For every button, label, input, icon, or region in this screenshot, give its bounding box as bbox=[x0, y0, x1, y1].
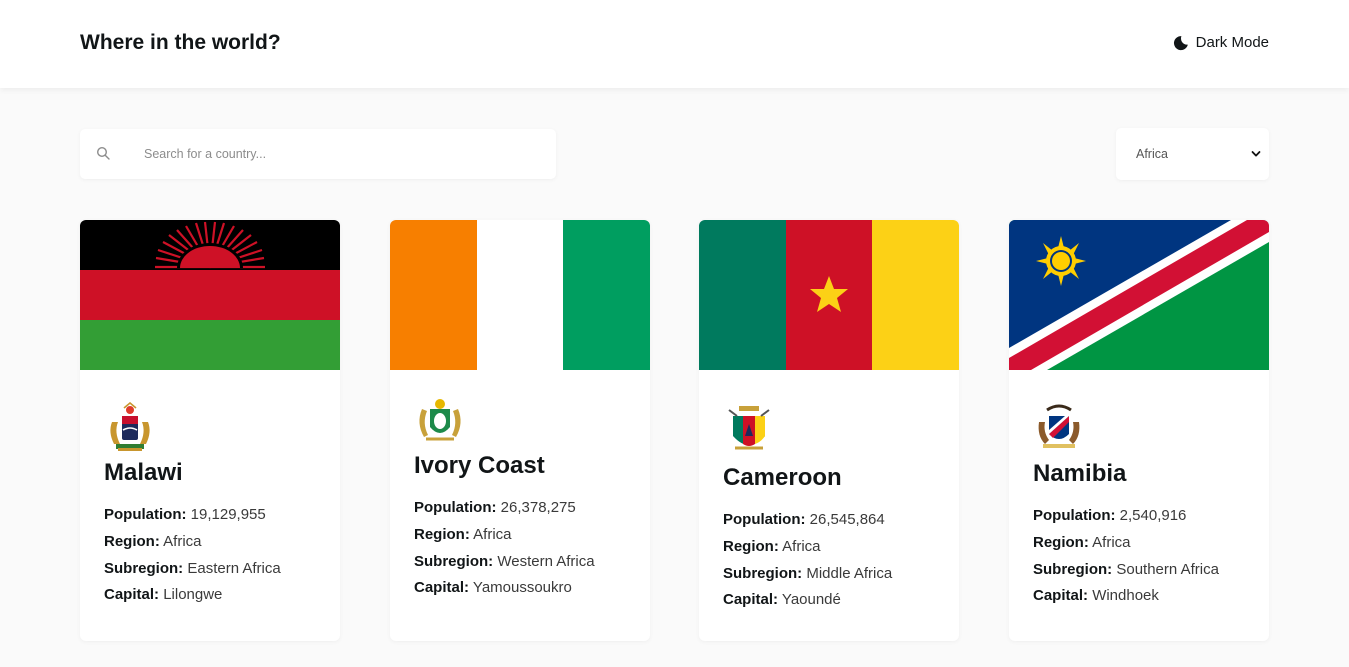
population-label: Population: bbox=[104, 506, 187, 523]
top-header: Where in the world? Dark Mode bbox=[0, 0, 1349, 88]
subregion-label: Subregion: bbox=[1033, 560, 1113, 578]
country-name: Namibia bbox=[1033, 460, 1127, 487]
country-card-cameroon[interactable]: Cameroon Population: 26,545,864 Region: … bbox=[699, 220, 959, 641]
namibia-flag bbox=[1009, 220, 1269, 370]
country-name: Malawi bbox=[104, 459, 183, 486]
subregion-label: Subregion: bbox=[104, 559, 184, 577]
capital-label: Capital: bbox=[414, 579, 470, 597]
population-label: Population: bbox=[1033, 507, 1116, 524]
capital-label: Capital: bbox=[723, 591, 779, 609]
country-details: Population: 19,129,955 Region: Africa Su… bbox=[104, 502, 281, 609]
population-label: Population: bbox=[414, 499, 497, 516]
subregion-value: Eastern Africa bbox=[187, 559, 281, 577]
capital-value: Yamoussoukro bbox=[472, 579, 572, 597]
subregion-label: Subregion: bbox=[723, 564, 803, 582]
capital-value: Yaoundé bbox=[781, 591, 841, 609]
dark-mode-label: Dark Mode bbox=[1195, 34, 1269, 51]
region-label: Region: bbox=[723, 537, 779, 555]
country-name: Ivory Coast bbox=[414, 452, 545, 479]
population-label: Population: bbox=[723, 511, 806, 528]
cameroon-flag bbox=[699, 220, 959, 370]
region-label: Region: bbox=[104, 532, 160, 550]
subregion-value: Western Africa bbox=[497, 552, 595, 570]
app-title: Where in the world? bbox=[80, 31, 281, 54]
search-box[interactable] bbox=[80, 129, 556, 179]
region-label: Region: bbox=[1033, 533, 1089, 551]
country-details: Population: 2,540,916 Region: Africa Sub… bbox=[1033, 503, 1219, 610]
ivory-coast-flag bbox=[390, 220, 650, 370]
population-value: 26,378,275 bbox=[500, 499, 576, 516]
country-name: Cameroon bbox=[723, 464, 842, 491]
cameroon-coat-of-arms bbox=[728, 406, 770, 450]
country-card-namibia[interactable]: Namibia Population: 2,540,916 Region: Af… bbox=[1009, 220, 1269, 641]
subregion-label: Subregion: bbox=[414, 552, 494, 570]
capital-label: Capital: bbox=[104, 586, 160, 604]
region-value: Africa bbox=[473, 525, 512, 543]
malawi-coat-of-arms bbox=[110, 402, 150, 451]
subregion-value: Middle Africa bbox=[806, 564, 893, 582]
moon-icon bbox=[1173, 35, 1188, 50]
region-value: Africa bbox=[1092, 533, 1131, 551]
capital-value: Lilongwe bbox=[163, 586, 223, 604]
search-input[interactable] bbox=[144, 129, 544, 179]
region-value: Africa bbox=[163, 532, 202, 550]
dark-mode-toggle[interactable]: Dark Mode bbox=[1173, 34, 1269, 51]
population-value: 26,545,864 bbox=[809, 511, 885, 528]
country-details: Population: 26,545,864 Region: Africa Su… bbox=[723, 507, 892, 614]
population-value: 19,129,955 bbox=[190, 506, 266, 523]
capital-value: Windhoek bbox=[1092, 587, 1159, 605]
ivory-coast-coat-of-arms bbox=[419, 399, 461, 441]
population-value: 2,540,916 bbox=[1119, 507, 1187, 524]
region-filter-select[interactable]: Africa bbox=[1116, 128, 1269, 180]
country-card-malawi[interactable]: Malawi Population: 19,129,955 Region: Af… bbox=[80, 220, 340, 641]
country-card-ivory-coast[interactable]: Ivory Coast Population: 26,378,275 Regio… bbox=[390, 220, 650, 641]
region-value: Africa bbox=[782, 537, 821, 555]
region-filter-value: Africa bbox=[1136, 147, 1168, 161]
malawi-flag bbox=[80, 220, 340, 370]
region-label: Region: bbox=[414, 525, 470, 543]
country-details: Population: 26,378,275 Region: Africa Su… bbox=[414, 495, 595, 602]
search-icon bbox=[96, 146, 110, 160]
namibia-coat-of-arms bbox=[1038, 404, 1080, 448]
chevron-down-icon bbox=[1251, 151, 1261, 157]
subregion-value: Southern Africa bbox=[1116, 560, 1219, 578]
capital-label: Capital: bbox=[1033, 587, 1089, 605]
